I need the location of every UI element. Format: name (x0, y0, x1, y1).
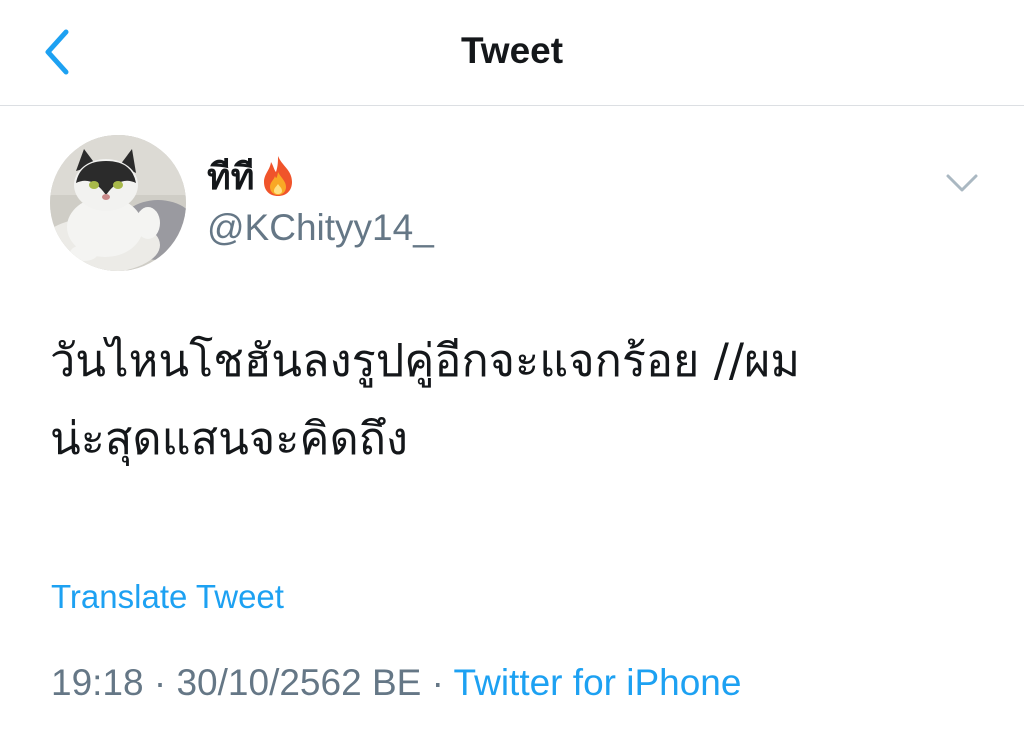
author-handle[interactable]: @KChityy14_ (207, 207, 434, 249)
translate-tweet-link[interactable]: Translate Tweet (51, 578, 284, 616)
tweet-text: วันไหนโชฮันลงรูปคู่อีกจะแจกร้อย //ผม น่ะ… (50, 322, 970, 478)
cat-avatar-image (50, 135, 186, 271)
more-options-button[interactable] (944, 168, 980, 196)
tweet-text-line: วันไหนโชฮันลงรูปคู่อีกจะแจกร้อย //ผม (50, 334, 801, 387)
avatar[interactable] (50, 135, 186, 271)
tweet-source-link[interactable]: Twitter for iPhone (454, 662, 742, 703)
display-name-text: ทีที (207, 156, 255, 198)
fire-icon (264, 156, 293, 196)
page-title: Tweet (460, 30, 564, 71)
tweet-text-line: น่ะสุดแสนจะคิดถึง (50, 412, 408, 465)
tweet-date: 30/10/2562 BE (176, 662, 422, 703)
separator: · (153, 662, 167, 703)
chevron-down-icon (946, 174, 978, 192)
author-display-name[interactable]: ทีที (207, 150, 298, 202)
navigation-bar: Tweet (0, 0, 1024, 106)
tweet-metadata: 19:18 · 30/10/2562 BE · Twitter for iPho… (51, 662, 741, 704)
separator: · (431, 662, 444, 703)
tweet-time: 19:18 (51, 662, 144, 703)
